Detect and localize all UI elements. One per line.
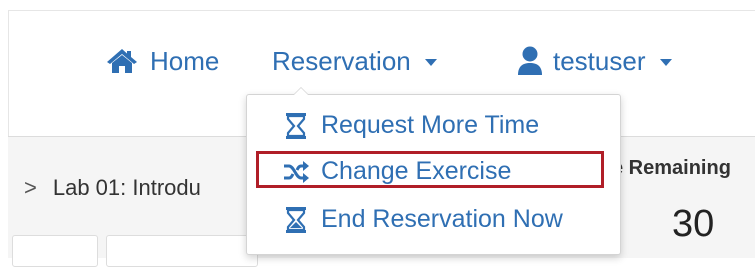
menu-item-request-more-time[interactable]: Request More Time — [283, 111, 539, 140]
hourglass-end-icon — [283, 206, 309, 233]
lab-title-text: Lab 01: Introdu — [52, 175, 201, 200]
lab-title[interactable]: > Lab 01: Introdu — [24, 175, 201, 201]
home-icon — [106, 48, 138, 74]
nav-user-dropdown[interactable]: testuser — [517, 40, 672, 82]
caret-down-icon — [659, 59, 672, 66]
panel-box — [106, 235, 258, 267]
nav-reservation-dropdown[interactable]: Reservation — [272, 40, 437, 82]
frame-top-border — [8, 10, 755, 11]
nav-home-link[interactable]: Home — [106, 40, 219, 82]
timer-digit-right: 30 — [672, 203, 715, 245]
caret-down-icon — [424, 59, 437, 66]
nav-user-label: testuser — [553, 45, 646, 76]
chevron-right-icon: > — [24, 175, 37, 200]
panel-box — [12, 235, 98, 267]
user-icon — [517, 46, 543, 76]
hourglass-icon — [283, 112, 309, 139]
menu-item-end-reservation-now[interactable]: End Reservation Now — [283, 205, 563, 234]
top-nav: Home Reservation testuser — [0, 40, 755, 82]
menu-item-label: End Reservation Now — [321, 205, 563, 233]
nav-home-label: Home — [150, 45, 220, 76]
time-remaining-label: e Remaining — [612, 157, 731, 179]
menu-item-label: Request More Time — [321, 111, 540, 139]
highlight-box — [256, 151, 604, 188]
reservation-dropdown-menu: Request More Time Change Exercise End Re… — [246, 87, 621, 255]
nav-reservation-label: Reservation — [272, 45, 411, 76]
